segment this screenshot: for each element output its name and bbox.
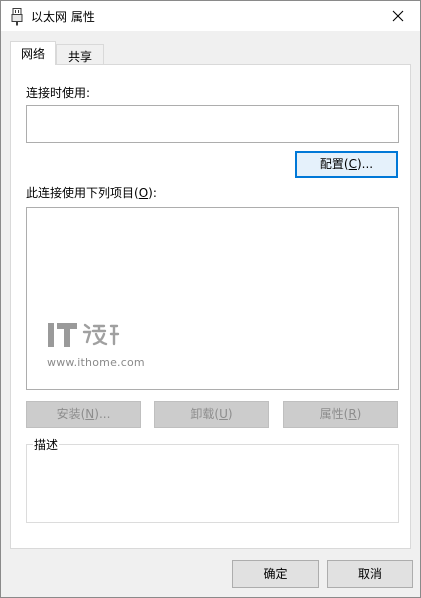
uninstall-label-suffix: ) <box>227 407 233 421</box>
configure-button[interactable]: 配置(C)... <box>295 151 398 178</box>
configure-accesskey: C <box>348 157 357 171</box>
watermark: www.ithome.com <box>47 320 147 372</box>
cancel-button[interactable]: 取消 <box>327 560 413 588</box>
install-button[interactable]: 安装(N)... <box>26 401 141 428</box>
close-button[interactable] <box>376 1 420 31</box>
install-accesskey: N <box>85 407 95 421</box>
ethernet-adapter-icon <box>11 8 23 26</box>
item-properties-label: 属性( <box>319 407 349 421</box>
configure-label-suffix: )... <box>356 157 374 171</box>
ithome-logo-icon <box>48 323 120 347</box>
ok-button[interactable]: 确定 <box>232 560 319 588</box>
items-accesskey: O <box>138 186 149 200</box>
tab-network[interactable]: 网络 <box>10 41 56 65</box>
items-list-label: 此连接使用下列项目(O): <box>26 184 157 201</box>
uninstall-accesskey: U <box>219 407 228 421</box>
cancel-label: 取消 <box>357 567 382 581</box>
ok-label: 确定 <box>263 567 288 581</box>
item-properties-label-suffix: ) <box>356 407 362 421</box>
adapter-field[interactable] <box>26 105 399 143</box>
watermark-url: www.ithome.com <box>47 356 145 369</box>
item-properties-button[interactable]: 属性(R) <box>283 401 398 428</box>
items-label-suffix: ): <box>148 186 157 200</box>
item-properties-accesskey: R <box>348 407 357 421</box>
close-icon <box>392 10 404 22</box>
description-legend: 描述 <box>33 436 60 453</box>
tab-network-label: 网络 <box>20 47 45 61</box>
install-label: 安装( <box>56 407 86 421</box>
tab-share[interactable]: 共享 <box>56 44 104 65</box>
window-title: 以太网 属性 <box>31 10 95 24</box>
properties-dialog: 以太网 属性 网络 共享 连接时使用: 配置(C)... 此连接使用下列项目(O… <box>0 0 421 598</box>
uninstall-label: 卸载( <box>190 407 220 421</box>
uninstall-button[interactable]: 卸载(U) <box>154 401 269 428</box>
connect-using-label: 连接时使用: <box>26 86 91 100</box>
title-bar: 以太网 属性 <box>1 1 420 31</box>
tab-share-label: 共享 <box>67 50 92 64</box>
network-tab-panel: 连接时使用: 配置(C)... 此连接使用下列项目(O): www.ithome… <box>10 64 411 549</box>
install-label-suffix: )... <box>94 407 111 421</box>
items-label-text: 此连接使用下列项目( <box>26 186 139 200</box>
description-group: 描述 <box>26 436 399 523</box>
configure-label: 配置( <box>319 157 349 171</box>
